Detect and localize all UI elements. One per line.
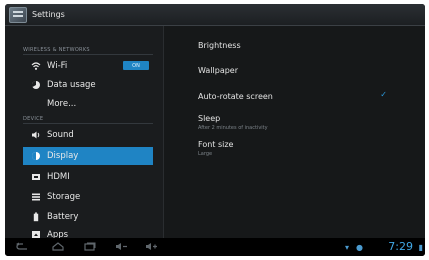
sidebar-item-label: Sound <box>47 130 74 140</box>
wifi-icon <box>31 61 41 71</box>
recent-apps-icon[interactable] <box>83 242 97 254</box>
back-icon[interactable] <box>15 242 29 254</box>
settings-app-icon[interactable] <box>9 6 27 23</box>
blank-icon-slot <box>31 99 41 109</box>
section-divider <box>23 123 153 124</box>
sidebar-item-label: Battery <box>47 212 79 222</box>
setting-font-size-summary: Large <box>198 151 213 157</box>
volume-down-icon[interactable] <box>115 242 129 254</box>
volume-up-icon[interactable] <box>145 242 159 254</box>
sidebar-item-label: Wi-Fi <box>47 61 68 71</box>
display-settings-panel: Brightness Wallpaper Auto-rotate screen … <box>163 26 425 238</box>
wifi-toggle[interactable]: ON <box>123 61 149 70</box>
action-bar: Settings <box>5 4 425 26</box>
hdmi-icon <box>31 172 41 182</box>
display-icon <box>31 151 41 161</box>
sidebar-item-label: Display <box>47 151 79 161</box>
auto-rotate-checkbox-checked-icon[interactable]: ✓ <box>380 90 387 99</box>
setting-sleep-summary: After 2 minutes of inactivity <box>198 125 268 131</box>
section-header-wireless: WIRELESS & NETWORKS <box>23 47 90 53</box>
section-header-device: DEVICE <box>23 116 44 122</box>
sidebar-item-label: HDMI <box>47 172 70 182</box>
sidebar-item-wifi[interactable]: Wi-Fi ON <box>23 57 153 75</box>
setting-sleep[interactable]: Sleep <box>198 114 220 123</box>
alarm-icon: ● <box>356 243 363 252</box>
sidebar-item-label: Data usage <box>47 80 96 90</box>
setting-brightness[interactable]: Brightness <box>198 41 241 50</box>
sidebar-item-label: Storage <box>47 192 81 202</box>
sidebar-item-data-usage[interactable]: Data usage <box>23 76 153 94</box>
setting-auto-rotate[interactable]: Auto-rotate screen <box>198 92 273 101</box>
storage-icon <box>31 192 41 202</box>
sidebar-item-label: More... <box>47 99 77 109</box>
status-clock[interactable]: 7:29 <box>388 240 413 253</box>
sidebar-item-sound[interactable]: Sound <box>23 126 153 144</box>
sidebar-item-more[interactable]: More... <box>23 95 153 113</box>
sidebar-item-battery[interactable]: Battery <box>23 208 153 226</box>
sidebar-item-hdmi[interactable]: HDMI <box>23 168 153 186</box>
tablet-screen: Settings WIRELESS & NETWORKS Wi-Fi ON Da… <box>5 4 425 256</box>
section-divider <box>23 54 153 55</box>
sound-icon <box>31 130 41 140</box>
home-icon[interactable] <box>51 242 65 254</box>
page-title: Settings <box>32 10 65 19</box>
sidebar-item-display[interactable]: Display <box>23 147 153 165</box>
settings-sidebar: WIRELESS & NETWORKS Wi-Fi ON Data usage … <box>5 26 163 240</box>
battery-icon <box>31 212 41 222</box>
battery-status-icon: ▮ <box>418 243 423 252</box>
data-usage-icon <box>31 80 41 90</box>
system-navigation-bar: ▾ ● 7:29 ▮ <box>5 238 425 256</box>
usb-icon: ▾ <box>344 243 349 252</box>
setting-font-size[interactable]: Font size <box>198 140 233 149</box>
sidebar-item-storage[interactable]: Storage <box>23 188 153 206</box>
setting-wallpaper[interactable]: Wallpaper <box>198 66 238 75</box>
